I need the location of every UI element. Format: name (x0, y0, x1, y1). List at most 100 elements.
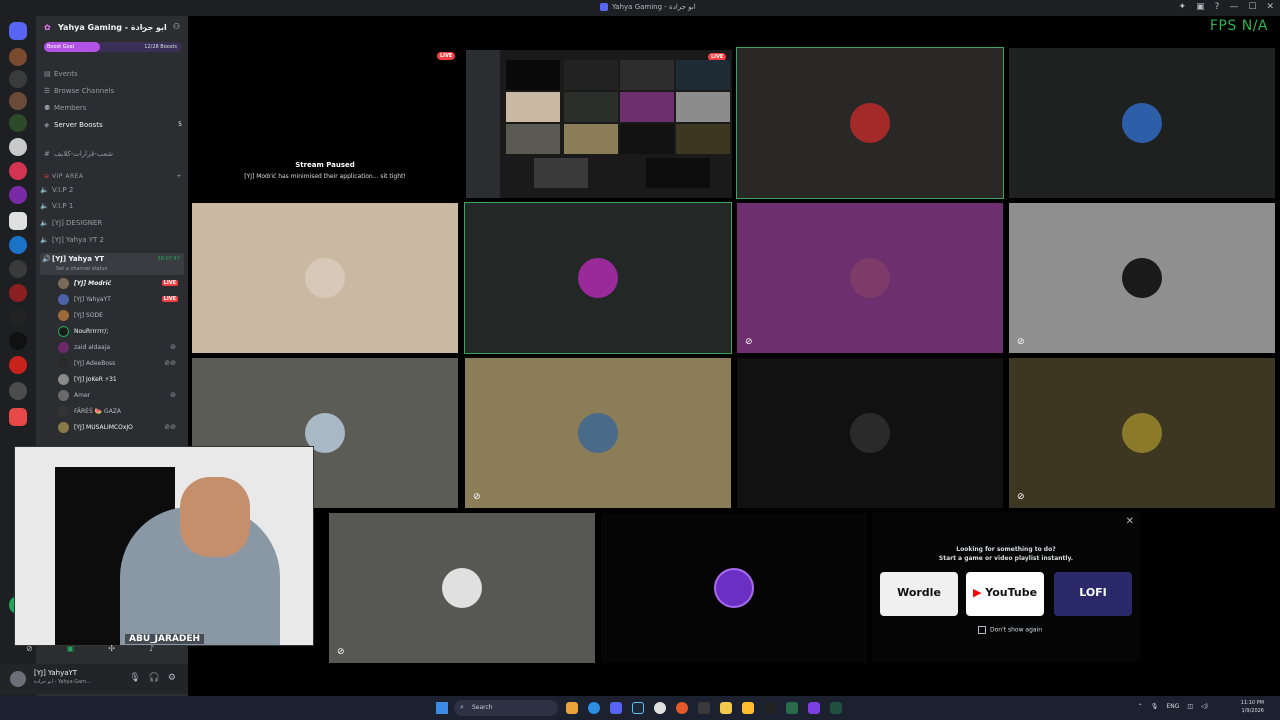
server-icon[interactable] (9, 382, 27, 400)
participant-tile[interactable] (192, 203, 458, 353)
server-icon[interactable] (9, 236, 27, 254)
minimize-icon[interactable]: — (1229, 2, 1238, 12)
shared-cell (564, 124, 618, 154)
avatar[interactable] (10, 671, 26, 687)
add-member-icon[interactable]: ⚇ (173, 22, 180, 31)
server-icon[interactable] (9, 186, 27, 204)
channel-status[interactable]: Set a channel status (56, 266, 107, 272)
camera-off-icon[interactable]: ⊘ (26, 644, 33, 656)
voice-member[interactable]: [YJ] SODE (58, 309, 182, 323)
youtube-activity-card[interactable]: ▶ YouTube (966, 572, 1044, 616)
menu-members[interactable]: ⚉ Members (44, 104, 86, 112)
screen-share-tile[interactable]: LIVE (466, 50, 732, 198)
close-window-icon[interactable]: ✕ (1266, 2, 1274, 12)
inbox-icon[interactable]: ▣ (1196, 2, 1205, 12)
voice-channel[interactable]: 🔈 [YJ] DESIGNER (40, 219, 184, 233)
app-icon[interactable] (764, 702, 776, 714)
voice-member[interactable]: [YJ] MUSALIMCOxJO ⊘⊘ (58, 421, 182, 435)
headphones-icon[interactable]: 🎧 (149, 673, 160, 683)
voice-member[interactable]: [YJ] AdeeBoss ⊘⊘ (58, 357, 182, 371)
server-icon[interactable] (9, 308, 27, 326)
clock[interactable]: 11:10 PM 1/9/2026 (1241, 699, 1264, 715)
server-icon[interactable] (9, 114, 27, 132)
maximize-icon[interactable]: ☐ (1248, 2, 1256, 12)
category-vip-area[interactable]: ⊖ VIP AREA + (44, 173, 182, 180)
menu-events[interactable]: ▤ Events (44, 70, 78, 78)
voice-channel[interactable]: 🔈 [YJ] Yahya YT 2 (40, 236, 184, 250)
server-header[interactable]: ✿ Yahya Gaming - ابو جرادة ⌄ ⚇ (36, 16, 188, 40)
participant-tile[interactable] (1009, 48, 1275, 198)
participant-tile[interactable]: ⊘ (329, 513, 595, 663)
server-icon[interactable] (9, 138, 27, 156)
lofi-activity-card[interactable]: LOFI (1054, 572, 1132, 616)
wordle-activity-card[interactable]: Wordle (880, 572, 958, 616)
soundboard-icon[interactable]: ♪ (149, 644, 154, 656)
voice-member[interactable]: [YJ] Modrić LIVE (58, 277, 182, 291)
microphone-icon[interactable]: 🎙 (129, 673, 140, 683)
server-icon[interactable] (9, 212, 27, 230)
avatar (58, 342, 69, 353)
gear-icon[interactable]: ⚙ (168, 673, 176, 683)
participant-tile[interactable] (736, 47, 1004, 199)
participant-tile[interactable] (601, 513, 867, 663)
dont-show-again-checkbox[interactable]: Don't show again (978, 626, 1042, 634)
steam-icon[interactable] (632, 702, 644, 714)
participant-tile[interactable]: ⊘ (1009, 358, 1275, 508)
chevron-up-icon[interactable]: ⌃ (1138, 703, 1143, 710)
discord-taskbar-icon[interactable] (610, 702, 622, 714)
voice-member[interactable]: zaid aldaaja ⊘ (58, 341, 182, 355)
server-icon[interactable] (9, 356, 27, 374)
server-icon[interactable] (9, 284, 27, 302)
server-icon[interactable] (9, 260, 27, 278)
voice-channel[interactable]: 🔈 V.I.P 1 (40, 202, 184, 216)
server-icon[interactable] (9, 70, 27, 88)
voice-member[interactable]: [YJ] JoKeR ⚡31 (58, 373, 182, 387)
server-icon[interactable] (9, 48, 27, 66)
app-icon[interactable] (676, 702, 688, 714)
active-voice-channel[interactable]: 🔊 [YJ] Yahya YT 38:07:47 Set a channel s… (40, 253, 184, 275)
help-icon[interactable]: ? (1215, 2, 1220, 12)
app-icon[interactable] (566, 702, 578, 714)
volume-icon[interactable]: ◁) (1201, 703, 1208, 710)
voice-member[interactable]: FÂRÈŚ 🍉 GAZA (58, 405, 182, 419)
app-icon[interactable] (830, 702, 842, 714)
language-indicator[interactable]: ENG (1166, 703, 1179, 710)
text-channel[interactable]: # شعب-قرارات-كلايف (44, 150, 113, 158)
menu-browse-channels[interactable]: ☰ Browse Channels (44, 87, 114, 95)
app-icon[interactable] (808, 702, 820, 714)
file-explorer-icon[interactable] (720, 702, 732, 714)
screen-share-icon[interactable]: ▣ (67, 644, 75, 656)
voice-member[interactable]: [YJ] YahyaYT LIVE (58, 293, 182, 307)
server-icon[interactable] (9, 408, 27, 426)
close-icon[interactable]: ✕ (1126, 516, 1134, 527)
pin-icon[interactable]: ✦ (1179, 2, 1187, 12)
participant-tile[interactable] (464, 202, 732, 354)
participant-tile[interactable]: ⊘ (737, 203, 1003, 353)
boost-progress[interactable]: Boost Goal 12/28 Boosts (44, 42, 182, 52)
app-icon[interactable] (698, 702, 710, 714)
member-name: Amer (74, 392, 91, 399)
participant-tile[interactable]: ⊘ (1009, 203, 1275, 353)
title-bar-icons: ✦ ▣ ? — ☐ ✕ (1179, 2, 1274, 12)
stream-tile[interactable]: LIVE Stream Paused [YJ] Modrić has minim… (192, 48, 458, 198)
participant-tile[interactable] (737, 358, 1003, 508)
voice-member[interactable]: Amer ⊘ (58, 389, 182, 403)
home-server-icon[interactable] (9, 22, 27, 40)
network-icon[interactable]: ◫ (1187, 703, 1193, 710)
server-icon[interactable] (9, 162, 27, 180)
add-channel-icon[interactable]: + (176, 173, 182, 180)
server-icon[interactable] (9, 332, 27, 350)
windows-start-icon[interactable] (436, 702, 448, 714)
browser-icon[interactable] (588, 702, 600, 714)
voice-member[interactable]: NouRrrrrrr/; (58, 325, 182, 339)
taskbar-search[interactable]: ⌕ Search (454, 700, 558, 716)
server-icon[interactable] (9, 92, 27, 110)
app-icon[interactable] (742, 702, 754, 714)
app-icon[interactable] (786, 702, 798, 714)
voice-channel[interactable]: 🔈 V.I.P 2 (40, 186, 184, 200)
menu-server-boosts[interactable]: ◈ Server Boosts 5 (44, 121, 182, 129)
activities-icon[interactable]: ✣ (108, 644, 115, 656)
participant-tile[interactable]: ⊘ (465, 358, 731, 508)
app-icon[interactable] (654, 702, 666, 714)
microphone-icon[interactable]: 🎙 (1151, 703, 1159, 710)
